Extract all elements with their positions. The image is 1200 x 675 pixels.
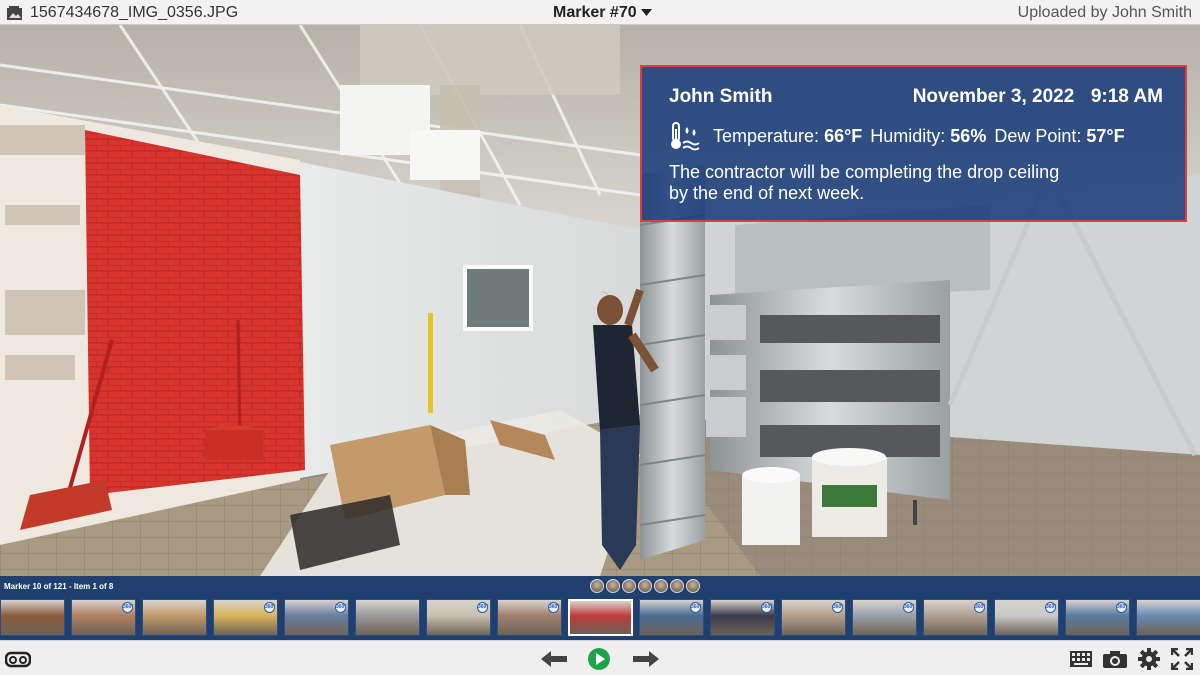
photo-file-icon: [7, 6, 22, 20]
dew-point-value: 57°F: [1086, 125, 1125, 146]
marker-label[interactable]: Marker #70: [553, 4, 637, 22]
play-button[interactable]: [587, 647, 611, 671]
filmstrip-thumbnail[interactable]: [355, 599, 420, 636]
arrow-right-icon[interactable]: [633, 651, 659, 667]
vr-goggles-icon[interactable]: [5, 648, 31, 670]
humidity-label: Humidity:: [870, 125, 946, 146]
filmstrip-thumbnail[interactable]: 360°: [781, 599, 846, 636]
settings-button[interactable]: [1137, 648, 1161, 670]
panorama-360-badge: 360°: [761, 602, 772, 613]
card-note: The contractor will be completing the dr…: [669, 162, 1060, 203]
control-bar: [0, 640, 1200, 675]
dew-point-label: Dew Point:: [994, 125, 1082, 146]
temperature-value: 66°F: [824, 125, 863, 146]
filmstrip-thumbnail[interactable]: [142, 599, 207, 636]
weather-readings: Temperature: 66°F Humidity: 56% Dew Poin…: [669, 122, 1125, 151]
item-dot[interactable]: [670, 579, 684, 593]
item-dot[interactable]: [654, 579, 668, 593]
filmstrip-thumbnail[interactable]: [0, 599, 65, 636]
camera-icon[interactable]: [1103, 650, 1127, 668]
item-dot[interactable]: [622, 579, 636, 593]
next-button[interactable]: [632, 649, 660, 669]
keyboard-icon[interactable]: [1070, 651, 1092, 667]
panorama-360-badge: 360°: [1116, 602, 1127, 613]
uploaded-by: Uploaded by John Smith: [1017, 4, 1192, 21]
temperature-label: Temperature:: [713, 125, 820, 146]
play-icon[interactable]: [587, 647, 611, 671]
filmstrip-thumbnail[interactable]: 360°: [639, 599, 704, 636]
filmstrip-thumbnail[interactable]: [1136, 599, 1200, 636]
item-dot[interactable]: [590, 579, 604, 593]
previous-button[interactable]: [540, 649, 568, 669]
thermometer-humidity-icon: [671, 122, 700, 151]
gear-icon[interactable]: [1138, 648, 1160, 670]
humidity-value: 56%: [950, 125, 987, 146]
panorama-360-badge: 360°: [1045, 602, 1056, 613]
marker-info-card: John Smith November 3, 2022 9:18 AM Temp…: [640, 65, 1187, 222]
panorama-360-badge: 360°: [335, 602, 346, 613]
keyboard-button[interactable]: [1069, 650, 1093, 668]
screenshot-button[interactable]: [1103, 649, 1127, 669]
thumbnail-strip[interactable]: 360° 360° 360° 360° 360° 360° 360° 360° 360° 360°…: [0, 599, 1200, 636]
filmstrip: Marker 10 of 121 - Item 1 of 8 360° 360° 3…: [0, 576, 1200, 640]
fullscreen-icon[interactable]: [1171, 648, 1193, 670]
card-time: 9:18 AM: [1090, 86, 1163, 107]
card-datetime: November 3, 2022 9:18 AM: [913, 86, 1163, 108]
arrow-left-icon[interactable]: [541, 651, 567, 667]
filmstrip-thumbnail[interactable]: 360°: [710, 599, 775, 636]
filmstrip-thumbnail[interactable]: 360°: [497, 599, 562, 636]
filmstrip-thumbnail[interactable]: 360°: [284, 599, 349, 636]
caret-down-icon[interactable]: [640, 9, 652, 17]
panorama-360-badge: 360°: [974, 602, 985, 613]
item-dot[interactable]: [638, 579, 652, 593]
filmstrip-thumbnail[interactable]: 360°: [71, 599, 136, 636]
panorama-360-badge: 360°: [832, 602, 843, 613]
filmstrip-thumbnail[interactable]: 360°: [923, 599, 988, 636]
filmstrip-thumbnail[interactable]: 360°: [852, 599, 917, 636]
panorama-360-badge: 360°: [903, 602, 914, 613]
panorama-viewer[interactable]: John Smith November 3, 2022 9:18 AM Temp…: [0, 25, 1200, 576]
filmstrip-thumbnail[interactable]: 360°: [994, 599, 1059, 636]
filmstrip-thumbnail[interactable]: 360°: [213, 599, 278, 636]
filmstrip-thumbnail[interactable]: 360°: [1065, 599, 1130, 636]
marker-counter: Marker 10 of 121 - Item 1 of 8: [4, 582, 114, 591]
panorama-360-badge: 360°: [477, 602, 488, 613]
panorama-360-badge: 360°: [264, 602, 275, 613]
panorama-360-badge: 360°: [122, 602, 133, 613]
filmstrip-thumbnail[interactable]: [568, 599, 633, 636]
panorama-360-badge: 360°: [690, 602, 701, 613]
item-dot[interactable]: [686, 579, 700, 593]
item-dots: [590, 579, 700, 593]
fullscreen-button[interactable]: [1170, 648, 1194, 670]
item-dot[interactable]: [606, 579, 620, 593]
filmstrip-thumbnail[interactable]: 360°: [426, 599, 491, 636]
file-info: 1567434678_IMG_0356.JPG: [6, 4, 238, 22]
marker-selector[interactable]: Marker #70: [553, 4, 652, 22]
panorama-360-badge: 360°: [548, 602, 559, 613]
top-bar: 1567434678_IMG_0356.JPG Marker #70 Uploa…: [0, 0, 1200, 25]
card-date: November 3, 2022: [912, 86, 1075, 107]
card-author: John Smith: [669, 86, 773, 107]
file-name: 1567434678_IMG_0356.JPG: [30, 4, 239, 21]
